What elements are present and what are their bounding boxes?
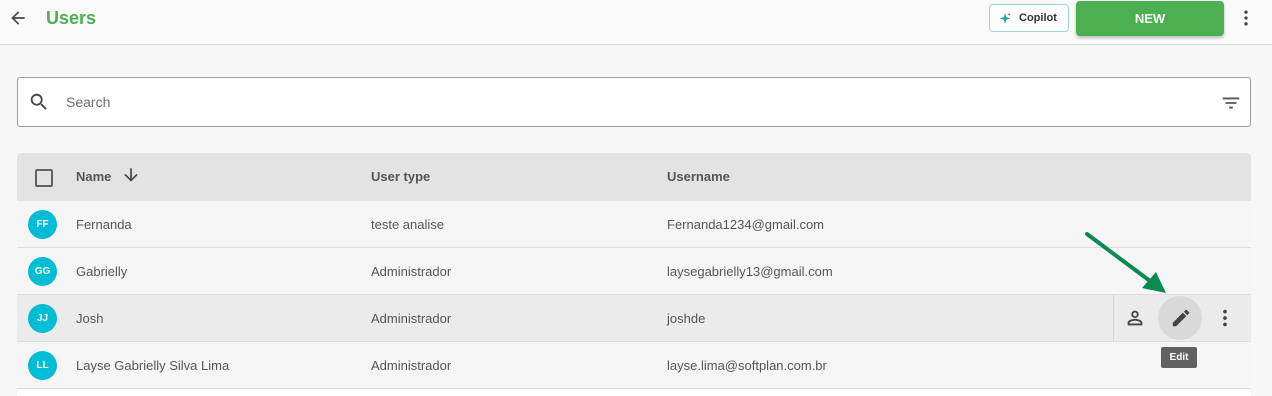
avatar: FF bbox=[28, 210, 57, 239]
edit-tooltip: Edit bbox=[1161, 347, 1197, 368]
arrow-down-icon[interactable] bbox=[121, 165, 141, 185]
user-type: Administrador bbox=[371, 311, 452, 326]
table-row[interactable]: JJ Josh Administrador joshde bbox=[17, 295, 1251, 342]
table-row[interactable]: LL Layse Gabrielly Silva Lima Administra… bbox=[17, 342, 1251, 389]
new-button[interactable]: NEW bbox=[1076, 1, 1224, 36]
more-vert-icon[interactable] bbox=[1236, 8, 1256, 28]
user-username: Fernanda1234@gmail.com bbox=[667, 217, 825, 232]
avatar: GG bbox=[28, 257, 57, 286]
user-name: Josh bbox=[76, 311, 104, 326]
search-input[interactable] bbox=[64, 91, 1168, 113]
user-name: Layse Gabrielly Silva Lima bbox=[76, 358, 230, 373]
copilot-button[interactable]: Copilot bbox=[989, 4, 1069, 32]
search-icon bbox=[30, 93, 47, 110]
person-icon[interactable] bbox=[1124, 307, 1146, 329]
copilot-label: Copilot bbox=[1019, 12, 1057, 24]
user-username: joshde bbox=[667, 311, 706, 326]
pencil-icon[interactable] bbox=[1170, 307, 1192, 329]
user-type: Administrador bbox=[371, 358, 452, 373]
users-table: Name User type Username FF Fernanda test… bbox=[17, 153, 1251, 396]
user-username: layse.lima@softplan.com.br bbox=[667, 358, 827, 373]
user-type: teste analise bbox=[371, 217, 444, 232]
user-name: Gabrielly bbox=[76, 264, 128, 279]
column-header-user-type[interactable]: User type bbox=[371, 169, 430, 184]
avatar: JJ bbox=[28, 304, 57, 333]
top-bar: Users Copilot NEW bbox=[0, 0, 1272, 45]
avatar: LL bbox=[28, 351, 57, 380]
column-header-name[interactable]: Name bbox=[76, 169, 111, 184]
table-row[interactable]: GG Gabrielly Administrador laysegabriell… bbox=[17, 248, 1251, 295]
table-header: Name User type Username bbox=[17, 153, 1251, 201]
table-row[interactable]: FF Fernanda teste analise Fernanda1234@g… bbox=[17, 201, 1251, 248]
user-type: Administrador bbox=[371, 264, 452, 279]
user-name: Fernanda bbox=[76, 217, 132, 232]
more-vert-icon[interactable] bbox=[1214, 307, 1236, 329]
page-title: Users bbox=[46, 8, 97, 28]
select-all-checkbox[interactable] bbox=[35, 169, 53, 187]
search-bar bbox=[17, 77, 1251, 127]
column-header-username[interactable]: Username bbox=[667, 169, 730, 184]
filter-icon[interactable] bbox=[1220, 92, 1242, 114]
arrow-left-icon[interactable] bbox=[8, 8, 28, 28]
sparkle-icon bbox=[999, 12, 1011, 24]
row-actions bbox=[1113, 295, 1251, 341]
user-username: laysegabrielly13@gmail.com bbox=[667, 264, 833, 279]
